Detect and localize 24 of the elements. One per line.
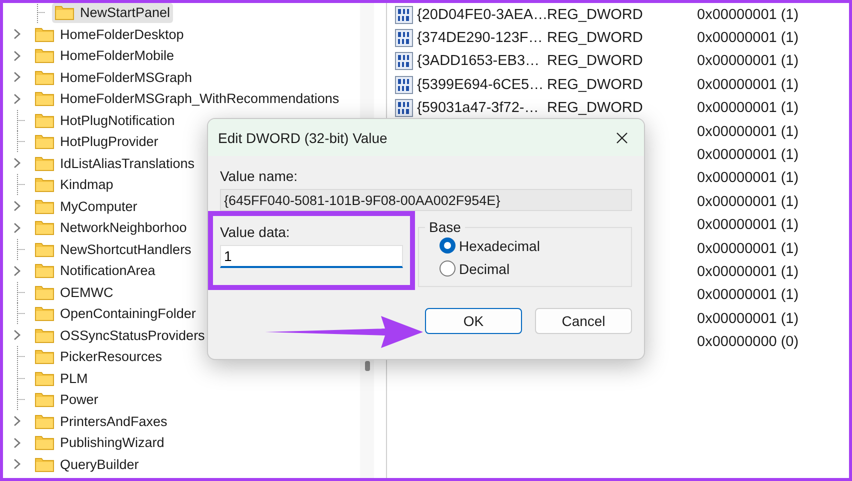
value-type: REG_DWORD xyxy=(547,53,644,70)
field-label: Value data: xyxy=(220,224,291,240)
value-data: 0x00000001 (1) xyxy=(697,170,800,186)
value-data: 0x00000001 (1) xyxy=(697,6,800,23)
value-data: 0x00000001 (1) xyxy=(697,217,800,234)
dialog-title: Edit DWORD (32-bit) Value xyxy=(218,130,388,146)
value-data: 0x00000001 (1) xyxy=(697,287,800,304)
value-data: 0x00000000 (0) xyxy=(697,334,800,350)
value-data: 0x00000001 (1) xyxy=(697,76,800,93)
value-type: REG_DWORD xyxy=(547,76,644,93)
value-data: 0x00000001 (1) xyxy=(697,147,800,164)
group-label: Base xyxy=(428,219,462,235)
value-type: REG_DWORD xyxy=(547,100,644,116)
value-type: REG_DWORD xyxy=(547,6,644,23)
value-data: 0x00000001 (1) xyxy=(697,310,800,327)
value-data: 0x00000001 (1) xyxy=(697,264,800,280)
value-data: 0x00000001 (1) xyxy=(697,240,800,257)
value-data: 0x00000001 (1) xyxy=(697,124,800,140)
value-data: 0x00000001 (1) xyxy=(697,194,800,210)
value-data: 0x00000001 (1) xyxy=(697,53,800,70)
value-type: REG_DWORD xyxy=(547,30,644,46)
field-label: Value name: xyxy=(220,168,299,184)
value-data: 0x00000001 (1) xyxy=(697,30,800,46)
value-data: 0x00000001 (1) xyxy=(697,100,800,116)
